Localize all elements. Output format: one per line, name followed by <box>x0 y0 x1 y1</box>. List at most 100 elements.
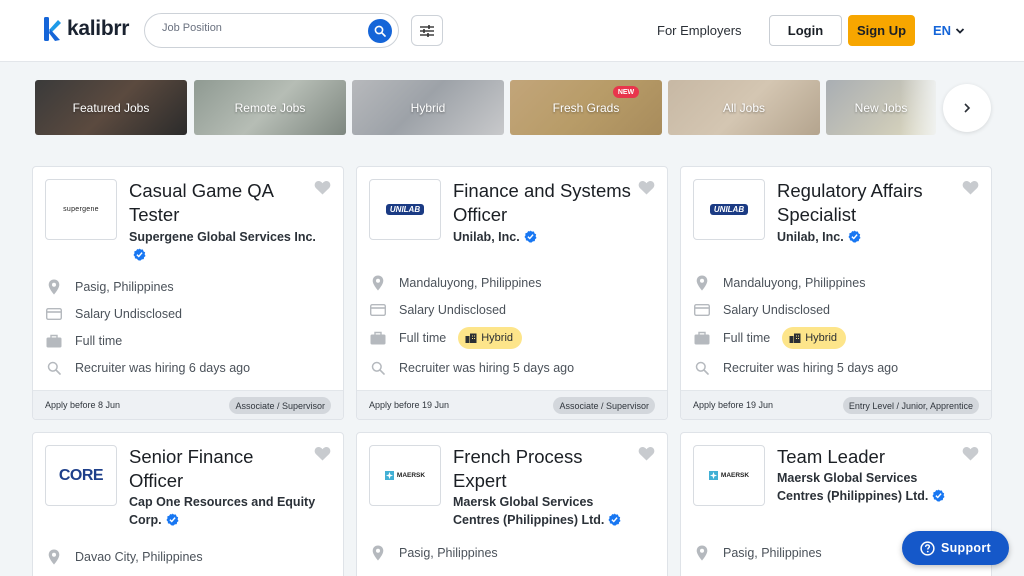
location-row: Pasig, Philippines <box>694 545 822 561</box>
heart-icon[interactable] <box>314 180 331 195</box>
job-card[interactable]: supergene Casual Game QA Tester Supergen… <box>32 166 344 420</box>
kalibrr-logo[interactable]: kalibrr <box>43 17 129 41</box>
category-label: Hybrid <box>410 100 446 115</box>
job-title[interactable]: Finance and Systems Officer <box>453 179 633 227</box>
heart-icon[interactable] <box>638 446 655 461</box>
heart-icon[interactable] <box>314 446 331 461</box>
job-title[interactable]: Senior Finance Officer <box>129 445 309 493</box>
heart-icon[interactable] <box>638 180 655 195</box>
sliders-icon <box>420 24 434 37</box>
hybrid-badge: Hybrid <box>458 327 523 349</box>
job-location: Pasig, Philippines <box>75 280 174 294</box>
card-footer: Apply before 8 Jun Associate / Superviso… <box>33 390 343 419</box>
company-name[interactable]: Maersk Global Services Centres (Philippi… <box>453 493 643 529</box>
company-logo: supergene <box>45 179 117 240</box>
verified-icon <box>524 230 537 243</box>
briefcase-icon <box>46 334 62 348</box>
company-logo: UNILAB <box>369 179 441 240</box>
recruiter-row: Recruiter was hiring 5 days ago <box>694 360 898 376</box>
filter-button[interactable] <box>411 15 443 46</box>
language-selector[interactable]: EN <box>933 23 965 38</box>
support-button[interactable]: Support <box>902 531 1009 565</box>
job-card[interactable]: MAERSK French Process Expert Maersk Glob… <box>356 432 668 576</box>
job-location: Davao City, Philippines <box>75 550 203 564</box>
company-name-text: Cap One Resources and Equity Corp. <box>129 495 316 527</box>
category-label: Featured Jobs <box>72 100 150 115</box>
job-title[interactable]: Team Leader <box>777 445 957 469</box>
category-all-jobs[interactable]: All Jobs <box>668 80 820 135</box>
help-circle-icon <box>920 540 935 556</box>
location-row: Mandaluyong, Philippines <box>370 275 541 291</box>
apply-deadline: Apply before 8 Jun <box>45 400 121 410</box>
location-row: Pasig, Philippines <box>370 545 498 561</box>
job-type: Full time <box>399 331 447 345</box>
level-badge: Associate / Supervisor <box>229 397 331 414</box>
carousel-next-button[interactable] <box>943 84 991 132</box>
job-salary: Salary Undisclosed <box>75 307 182 321</box>
search-button[interactable] <box>368 19 392 43</box>
location-pin-icon <box>372 545 384 561</box>
company-logo-text: supergene <box>63 206 99 213</box>
hybrid-badge-label: Hybrid <box>805 332 838 344</box>
card-footer: Apply before 19 Jun Associate / Supervis… <box>357 390 667 419</box>
company-name[interactable]: Unilab, Inc. <box>453 228 643 246</box>
company-name-text: Maersk Global Services Centres (Philippi… <box>777 471 929 503</box>
company-name[interactable]: Supergene Global Services Inc. <box>129 228 319 264</box>
search-input[interactable] <box>162 22 362 34</box>
apply-deadline: Apply before 19 Jun <box>693 400 774 410</box>
heart-icon[interactable] <box>962 180 979 195</box>
hybrid-badge: Hybrid <box>782 327 847 349</box>
apply-deadline: Apply before 19 Jun <box>369 400 450 410</box>
job-location: Pasig, Philippines <box>399 546 498 560</box>
job-type-row: Full time Hybrid <box>370 327 523 349</box>
job-title[interactable]: Regulatory Affairs Specialist <box>777 179 957 227</box>
job-type: Full time <box>723 331 771 345</box>
briefcase-icon <box>370 331 386 345</box>
salary-row: Salary Undisclosed <box>370 302 506 318</box>
job-card[interactable]: UNILAB Regulatory Affairs Specialist Uni… <box>680 166 992 420</box>
company-name-text: Maersk Global Services Centres (Philippi… <box>453 495 605 527</box>
search-bar <box>144 13 399 48</box>
job-type: Full time <box>75 334 123 348</box>
search-icon <box>374 25 386 37</box>
company-name[interactable]: Cap One Resources and Equity Corp. <box>129 493 319 529</box>
for-employers-link[interactable]: For Employers <box>657 23 742 38</box>
recruiter-activity: Recruiter was hiring 5 days ago <box>723 361 899 375</box>
category-remote-jobs[interactable]: Remote Jobs <box>194 80 346 135</box>
job-type-row: Full time Hybrid <box>694 327 847 349</box>
recruiter-row: Recruiter was hiring 6 days ago <box>46 360 250 376</box>
company-logo: MAERSK <box>693 445 765 506</box>
company-name[interactable]: Unilab, Inc. <box>777 228 967 246</box>
briefcase-icon <box>694 331 710 345</box>
verified-icon <box>932 489 945 502</box>
job-card[interactable]: CORE Senior Finance Officer Cap One Reso… <box>32 432 344 576</box>
company-logo-text: UNILAB <box>385 204 425 215</box>
level-badge: Entry Level / Junior, Apprentice <box>842 397 979 414</box>
magnifier-icon <box>371 361 385 375</box>
company-name-text: Supergene Global Services Inc. <box>129 230 316 244</box>
job-title[interactable]: French Process Expert <box>453 445 633 493</box>
building-icon <box>465 333 477 343</box>
verified-icon <box>133 248 146 261</box>
company-logo-text: MAERSK <box>720 472 750 479</box>
location-row: Pasig, Philippines <box>46 279 174 295</box>
job-location: Mandaluyong, Philippines <box>723 276 866 290</box>
company-logo-text: CORE <box>58 466 104 484</box>
magnifier-icon <box>47 361 61 375</box>
category-hybrid[interactable]: Hybrid <box>352 80 504 135</box>
category-label: All Jobs <box>722 100 766 115</box>
category-fresh-grads[interactable]: Fresh Grads <box>510 80 662 135</box>
magnifier-icon <box>695 361 709 375</box>
job-card[interactable]: UNILAB Finance and Systems Officer Unila… <box>356 166 668 420</box>
login-button[interactable]: Login <box>769 15 842 46</box>
chevron-right-icon <box>964 103 971 113</box>
category-featured-jobs[interactable]: Featured Jobs <box>35 80 187 135</box>
company-name[interactable]: Maersk Global Services Centres (Philippi… <box>777 469 967 505</box>
language-label: EN <box>933 23 952 38</box>
top-navbar: kalibrr For Employers Login Sign Up EN <box>0 0 1024 62</box>
signup-button[interactable]: Sign Up <box>848 15 915 46</box>
location-pin-icon <box>696 545 708 561</box>
heart-icon[interactable] <box>962 446 979 461</box>
credit-card-icon <box>694 304 710 316</box>
job-title[interactable]: Casual Game QA Tester <box>129 179 309 227</box>
